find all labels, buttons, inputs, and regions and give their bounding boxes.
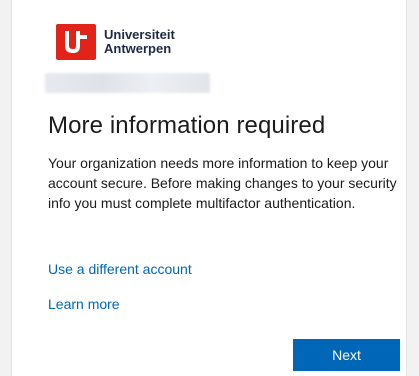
brand-logo: Universiteit Antwerpen xyxy=(56,24,175,60)
account-identifier-obscured xyxy=(45,73,210,93)
uantwerpen-logo-icon xyxy=(56,24,96,60)
next-button[interactable]: Next xyxy=(293,339,400,371)
brand-name-line2: Antwerpen xyxy=(104,41,172,56)
learn-more-link[interactable]: Learn more xyxy=(48,296,120,312)
page-title: More information required xyxy=(48,112,326,139)
signin-card: Universiteit Antwerpen More information … xyxy=(11,0,407,376)
page-description: Your organization needs more information… xyxy=(48,155,397,211)
use-different-account-link[interactable]: Use a different account xyxy=(48,261,192,277)
brand-name: Universiteit Antwerpen xyxy=(104,28,175,56)
brand-name-line1: Universiteit xyxy=(104,27,175,42)
